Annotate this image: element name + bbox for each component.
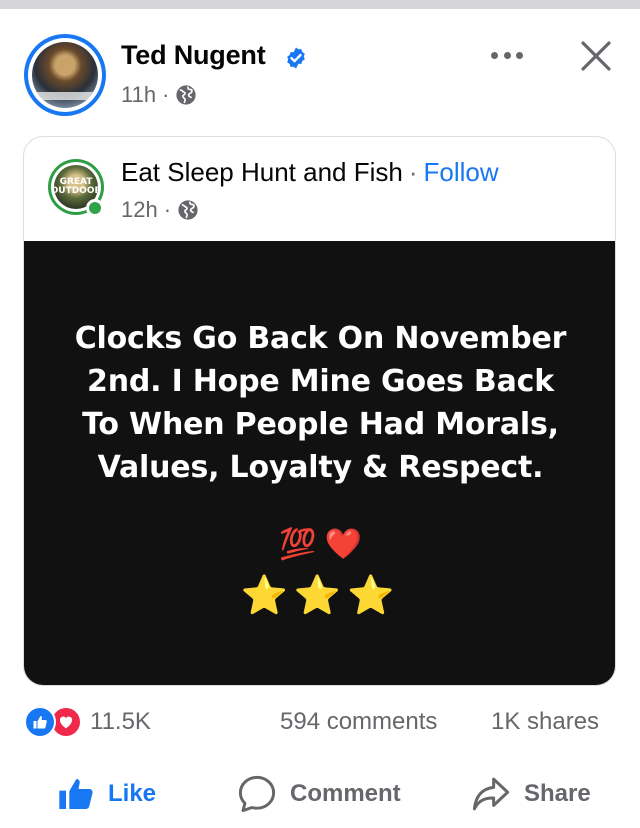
emoji-line-1: 💯 ❤️ <box>278 528 363 561</box>
page-avatar-text: GREAT OUTDOOR <box>54 177 98 196</box>
post-image[interactable]: Clocks Go Back On November 2nd. I Hope M… <box>24 241 615 685</box>
top-divider <box>0 0 640 9</box>
follow-separator: · <box>408 157 418 187</box>
share-button[interactable]: Share <box>470 770 591 818</box>
share-arrow-icon <box>472 777 510 811</box>
like-reaction-icon <box>24 706 56 738</box>
page-name-row: Eat Sleep Hunt and Fish · Follow <box>121 157 499 188</box>
shared-post-meta: 12h · <box>121 197 199 223</box>
comment-label: Comment <box>290 780 401 807</box>
meta-separator: · <box>163 197 172 222</box>
shared-post-time[interactable]: 12h <box>121 197 158 223</box>
emoji-line-2: ⭐⭐⭐ <box>240 575 401 617</box>
more-options-icon[interactable] <box>487 44 527 66</box>
verified-badge-icon <box>287 47 305 69</box>
share-label: Share <box>524 780 591 807</box>
emoji-stars: ⭐⭐⭐ <box>24 574 615 618</box>
image-quote-text: Clocks Go Back On November 2nd. I Hope M… <box>74 321 567 485</box>
comment-button[interactable]: Comment <box>236 770 401 818</box>
shares-count[interactable]: 1K shares <box>491 708 599 736</box>
thumbs-up-icon <box>59 779 93 809</box>
page-name[interactable]: Eat Sleep Hunt and Fish <box>121 157 403 187</box>
online-status-dot <box>86 199 104 217</box>
post-time[interactable]: 11h <box>121 82 156 108</box>
like-button[interactable]: Like <box>56 770 156 818</box>
emoji-hundred-heart: 💯 ❤️ <box>24 527 615 562</box>
follow-button[interactable]: Follow <box>424 157 499 187</box>
reactions-summary[interactable]: 11.5K <box>24 706 151 738</box>
globe-icon <box>176 85 197 105</box>
like-label: Like <box>108 780 157 807</box>
author-name[interactable]: Ted Nugent <box>121 40 266 71</box>
close-icon[interactable] <box>576 36 616 76</box>
reaction-count: 11.5K <box>90 708 151 735</box>
comment-bubble-icon <box>238 775 276 813</box>
shared-post-card[interactable]: GREAT OUTDOOR Eat Sleep Hunt and Fish·Fo… <box>23 136 616 686</box>
globe-icon <box>178 200 198 220</box>
comments-count[interactable]: 594 comments <box>280 708 437 736</box>
author-avatar[interactable] <box>24 34 106 116</box>
post-meta: 11h · <box>121 82 197 108</box>
meta-separator: · <box>162 82 170 107</box>
